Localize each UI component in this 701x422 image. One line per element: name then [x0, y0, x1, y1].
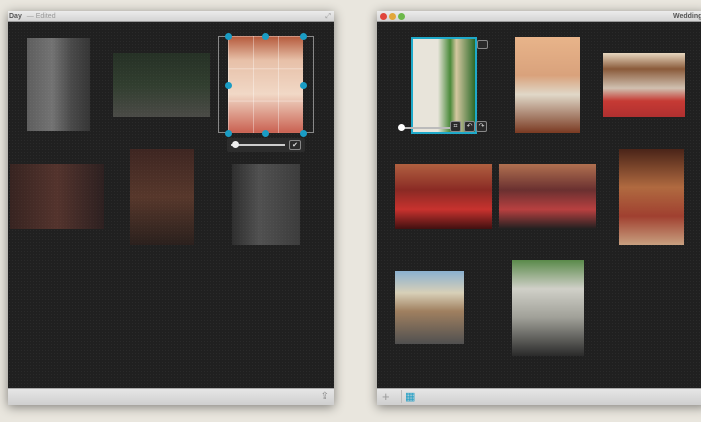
rotate-slider[interactable] — [402, 127, 450, 129]
photo-options-icon[interactable] — [477, 40, 488, 49]
photo-marquee-rotated[interactable] — [411, 37, 477, 134]
zoom-button[interactable] — [398, 13, 405, 20]
left-window: Day — Edited ⤢ ✔ ⇪ — [8, 11, 334, 405]
share-icon[interactable]: ⇪ — [321, 391, 329, 402]
photo-garden-path[interactable] — [113, 53, 210, 117]
zoom-slider-knob[interactable] — [232, 141, 239, 148]
photo-guests-seated-2[interactable] — [499, 164, 596, 229]
photo-tea-table[interactable] — [603, 53, 685, 117]
crop-handle-mr[interactable] — [299, 81, 307, 89]
checkmark-icon: ✔ — [292, 142, 298, 149]
window-title: Day — [9, 13, 22, 20]
right-window: Wedding ⌗ ↶ ↷ + ▦ — [377, 11, 701, 405]
right-photo-canvas: ⌗ ↶ ↷ — [377, 22, 701, 388]
photo-guests-seated-1[interactable] — [395, 164, 492, 229]
crop-handle-br[interactable] — [299, 129, 307, 137]
grid-icon[interactable]: ▦ — [401, 390, 415, 403]
rotate-left-button[interactable]: ↶ — [464, 121, 475, 132]
minimize-button[interactable] — [389, 13, 396, 20]
edited-label: — Edited — [26, 13, 56, 20]
rotate-right-icon: ↷ — [478, 123, 485, 130]
right-titlebar: Wedding — [377, 11, 701, 22]
left-photo-canvas: ✔ — [8, 22, 334, 388]
crop-icon: ⌗ — [453, 123, 458, 130]
window-title: Wedding — [673, 13, 701, 20]
left-titlebar: Day — Edited ⤢ — [8, 11, 334, 22]
crop-handle-tc[interactable] — [261, 32, 269, 40]
zoom-slider[interactable] — [231, 144, 285, 146]
crop-handle-tr[interactable] — [299, 32, 307, 40]
photo-mirror-flowers[interactable] — [515, 37, 580, 133]
crop-handle-tl[interactable] — [224, 32, 232, 40]
photo-reception-room[interactable] — [10, 164, 104, 229]
confirm-crop-button[interactable]: ✔ — [289, 140, 301, 150]
photo-dress-back-crop[interactable] — [228, 36, 303, 133]
plus-icon[interactable]: + — [382, 389, 390, 404]
photo-church-interior[interactable] — [130, 149, 194, 245]
photo-dress-hanging[interactable] — [27, 38, 90, 131]
rotate-slider-knob[interactable] — [398, 124, 405, 131]
photo-church-aisle[interactable] — [619, 149, 684, 245]
rotate-left-icon: ↶ — [466, 123, 473, 130]
crop-handle-ml[interactable] — [224, 81, 232, 89]
crop-handle-bl[interactable] — [224, 129, 232, 137]
photo-vintage-car[interactable] — [512, 260, 584, 356]
close-button[interactable] — [380, 13, 387, 20]
rotate-right-button[interactable]: ↷ — [476, 121, 487, 132]
crop-toolbar: ✔ — [227, 138, 305, 152]
photo-couple-walking[interactable] — [232, 164, 300, 245]
crop-handle-bc[interactable] — [261, 129, 269, 137]
fullscreen-icon[interactable]: ⤢ — [325, 11, 331, 22]
crop-button[interactable]: ⌗ — [450, 121, 461, 132]
left-bottom-bar: ⇪ — [8, 388, 334, 405]
right-bottom-bar: + ▦ — [377, 388, 701, 405]
photo-street-bus[interactable] — [395, 271, 464, 344]
